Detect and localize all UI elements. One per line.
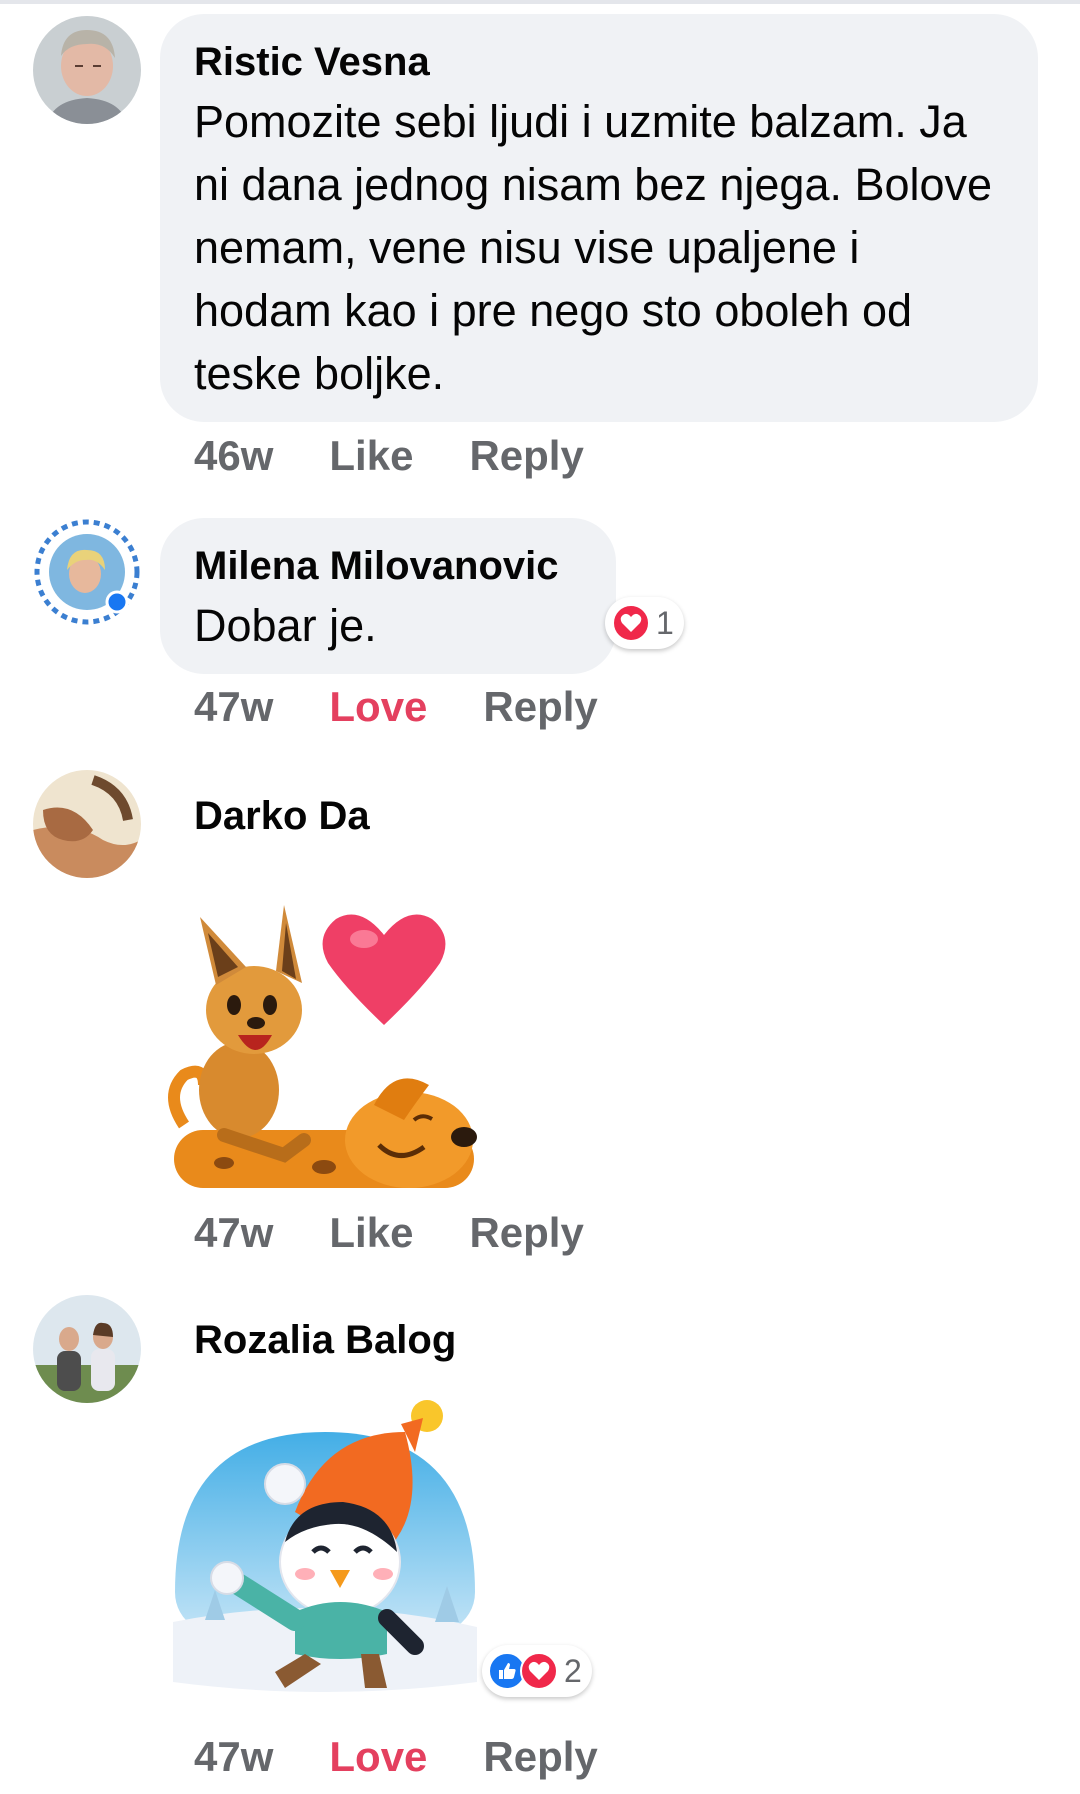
comment-author[interactable]: Ristic Vesna — [194, 36, 1004, 88]
avatar-darko-da[interactable] — [33, 770, 141, 878]
heart-icon — [612, 604, 650, 642]
reaction-summary[interactable]: 2 — [482, 1645, 592, 1697]
comment-text: Dobar je. — [194, 600, 377, 651]
avatar-rozalia-balog[interactable] — [33, 1295, 141, 1403]
avatar-milena-milovanovic[interactable] — [33, 518, 141, 626]
comment-actions-1: 46w Like Reply — [194, 428, 584, 484]
love-button[interactable]: Love — [329, 1729, 427, 1785]
comment-timestamp[interactable]: 47w — [194, 1729, 273, 1785]
penguin-snowball-sticker[interactable] — [165, 1392, 485, 1707]
comment-actions-4: 47w Love Reply — [194, 1729, 598, 1785]
reply-button[interactable]: Reply — [469, 428, 583, 484]
avatar-ristic-vesna[interactable] — [33, 16, 141, 124]
reply-button[interactable]: Reply — [483, 1729, 597, 1785]
reaction-count: 2 — [564, 1653, 582, 1689]
reply-button[interactable]: Reply — [469, 1205, 583, 1261]
comment-bubble-1: Ristic Vesna Pomozite sebi ljudi i uzmit… — [160, 14, 1038, 422]
comment-timestamp[interactable]: 47w — [194, 679, 273, 735]
like-button[interactable]: Like — [329, 428, 413, 484]
comment-bubble-2: Milena Milovanovic Dobar je. — [160, 518, 616, 674]
comment-actions-2: 47w Love Reply — [194, 679, 598, 735]
comment-actions-3: 47w Like Reply — [194, 1205, 584, 1261]
comment-text: Pomozite sebi ljudi i uzmite balzam. Ja … — [194, 96, 993, 399]
top-divider — [0, 0, 1080, 4]
comment-author[interactable]: Rozalia Balog — [194, 1314, 456, 1366]
heart-icon — [520, 1652, 558, 1690]
reaction-summary[interactable]: 1 — [605, 597, 684, 649]
comment-author[interactable]: Milena Milovanovic — [194, 540, 582, 592]
reply-button[interactable]: Reply — [483, 679, 597, 735]
comment-timestamp[interactable]: 47w — [194, 1205, 273, 1261]
comment-timestamp[interactable]: 46w — [194, 428, 273, 484]
reaction-count: 1 — [656, 605, 674, 641]
like-button[interactable]: Like — [329, 1205, 413, 1261]
love-button[interactable]: Love — [329, 679, 427, 735]
cat-and-dog-heart-sticker[interactable] — [164, 905, 494, 1210]
comment-author[interactable]: Darko Da — [194, 790, 370, 842]
